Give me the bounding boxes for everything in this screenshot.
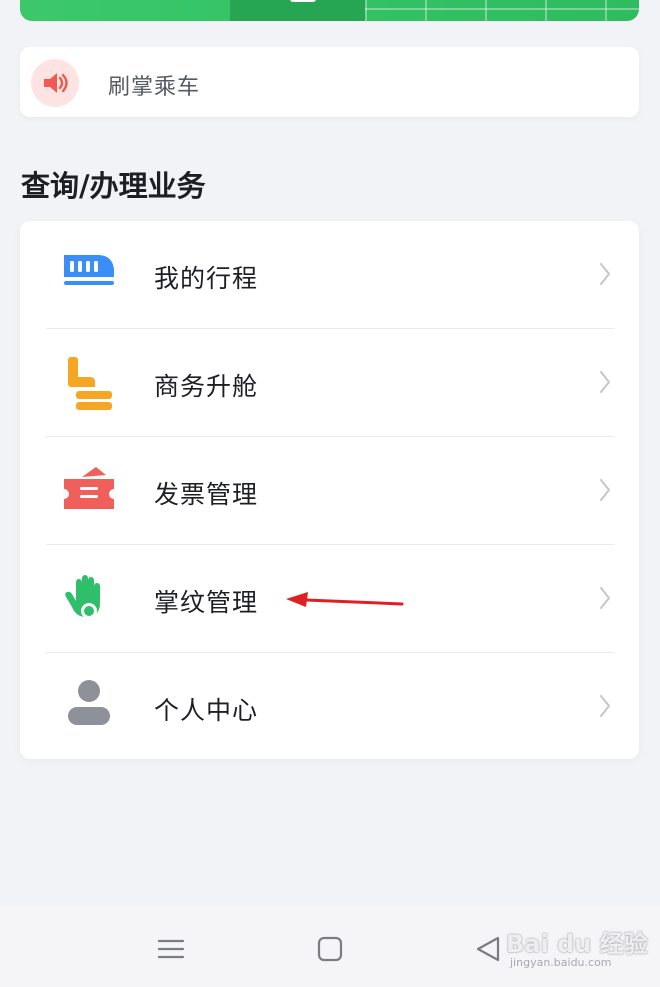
back-icon[interactable] — [474, 935, 502, 967]
menu-item-label: 商务升舱 — [154, 372, 259, 401]
banner-train-graphic — [230, 0, 365, 21]
speaker-icon — [31, 59, 79, 107]
chevron-right-icon — [598, 369, 612, 399]
menu-item-personal-center[interactable]: 个人中心 — [20, 653, 639, 761]
menu-item-label: 掌纹管理 — [154, 588, 259, 617]
notice-text: 刷掌乘车 — [108, 75, 201, 100]
menu-item-business-upgrade[interactable]: 商务升舱 — [20, 329, 639, 437]
section-title: 查询/办理业务 — [21, 169, 206, 203]
seat-icon — [60, 355, 118, 411]
notice-bar[interactable]: 刷掌乘车 — [20, 47, 639, 117]
ticket-icon — [60, 463, 118, 519]
annotation-arrow — [284, 590, 406, 618]
chevron-right-icon — [598, 585, 612, 615]
banner-door-graphic — [290, 0, 316, 2]
baidu-watermark: Bai du 经验 jingyan.baidu.com — [502, 920, 652, 975]
chevron-right-icon — [598, 477, 612, 507]
palm-icon — [60, 571, 118, 627]
menu-icon[interactable] — [157, 935, 185, 967]
watermark-logo: Bai du 经验 — [506, 930, 648, 958]
banner-pattern — [365, 0, 639, 21]
chevron-right-icon — [598, 693, 612, 723]
person-icon — [60, 679, 118, 735]
watermark-url: jingyan.baidu.com — [510, 956, 612, 969]
train-icon — [60, 247, 118, 303]
home-icon[interactable] — [316, 935, 344, 967]
menu-item-invoice-management[interactable]: 发票管理 — [20, 437, 639, 545]
menu-item-label: 个人中心 — [154, 696, 259, 725]
menu-item-label: 发票管理 — [154, 480, 259, 509]
chevron-right-icon — [598, 261, 612, 291]
service-menu: 我的行程 商务升舱 发票管理 掌纹管理 个人中心 — [20, 221, 639, 759]
top-banner[interactable] — [20, 0, 639, 21]
menu-item-label: 我的行程 — [154, 264, 259, 293]
menu-item-my-trips[interactable]: 我的行程 — [20, 221, 639, 329]
